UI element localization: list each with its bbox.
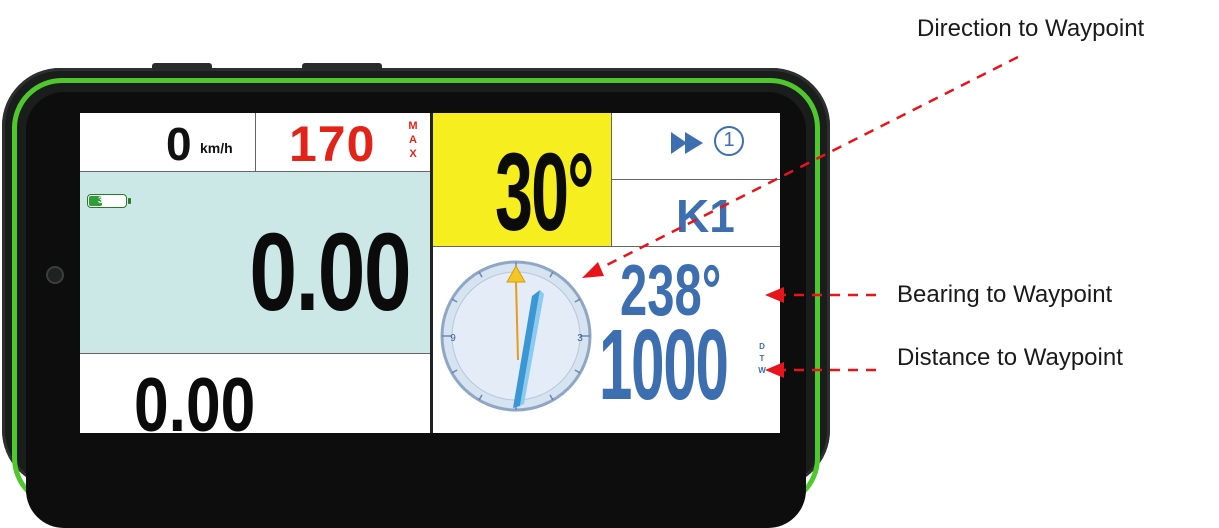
heading-value: 30°: [495, 131, 594, 254]
side-button: [152, 63, 212, 71]
direction-callout: Direction to Waypoint: [917, 15, 1145, 42]
grid-divider: [611, 179, 780, 180]
dtw-label-letter: W: [758, 366, 766, 375]
max-speed-cell[interactable]: 170 M A X: [255, 113, 430, 172]
odometer-value: 0.00: [249, 211, 411, 334]
grid-divider: [80, 171, 430, 172]
distance-cell[interactable]: 1000 D T W: [591, 308, 780, 433]
max-label-letter: X: [409, 148, 417, 160]
max-speed-value: 170: [289, 116, 376, 172]
compass-cell[interactable]: 3 9: [433, 246, 592, 433]
dtw-label-letter: D: [759, 342, 765, 351]
compass-rose: 3 9: [440, 260, 592, 412]
dtw-label: D T W: [757, 341, 767, 377]
grid-divider: [80, 353, 430, 354]
partial-distance-value: 0.00: [134, 363, 256, 433]
distance-value: 1000: [599, 309, 729, 421]
side-button: [302, 63, 382, 71]
waypoint-nav-cell[interactable]: 1: [611, 113, 780, 179]
front-camera: [46, 266, 64, 284]
waypoint-number-badge: 1: [714, 126, 744, 156]
compass-tick-9: 9: [450, 333, 456, 344]
distance-callout: Distance to Waypoint: [897, 344, 1123, 371]
heading-cell[interactable]: 30°: [433, 113, 611, 254]
grid-divider: [430, 113, 433, 433]
bearing-callout: Bearing to Waypoint: [897, 281, 1113, 308]
odometer-cell[interactable]: 37% 0.00: [80, 171, 430, 353]
fast-forward-icon[interactable]: [669, 130, 707, 156]
battery-percent: 37%: [97, 195, 116, 205]
battery-terminal: [128, 198, 131, 204]
max-label: M A X: [408, 119, 418, 161]
speed-cell[interactable]: 0 km/h: [80, 113, 255, 171]
speed-unit: km/h: [200, 140, 233, 156]
roadbook-screen: 0 km/h 170 M A X 37% 0.00 0.00 30° 1 K1: [80, 113, 780, 433]
waypoint-name-cell[interactable]: K1: [611, 179, 780, 246]
dtw-label-letter: T: [759, 354, 765, 363]
waypoint-name: K1: [676, 190, 735, 242]
speed-value: 0: [166, 118, 192, 170]
partial-distance-cell[interactable]: 0.00: [80, 353, 430, 433]
grid-divider: [433, 246, 780, 247]
compass-tick-3: 3: [577, 333, 583, 344]
max-label-letter: A: [409, 134, 417, 146]
max-label-letter: M: [408, 120, 418, 132]
battery-icon: 37%: [87, 194, 131, 208]
grid-divider: [255, 113, 256, 171]
